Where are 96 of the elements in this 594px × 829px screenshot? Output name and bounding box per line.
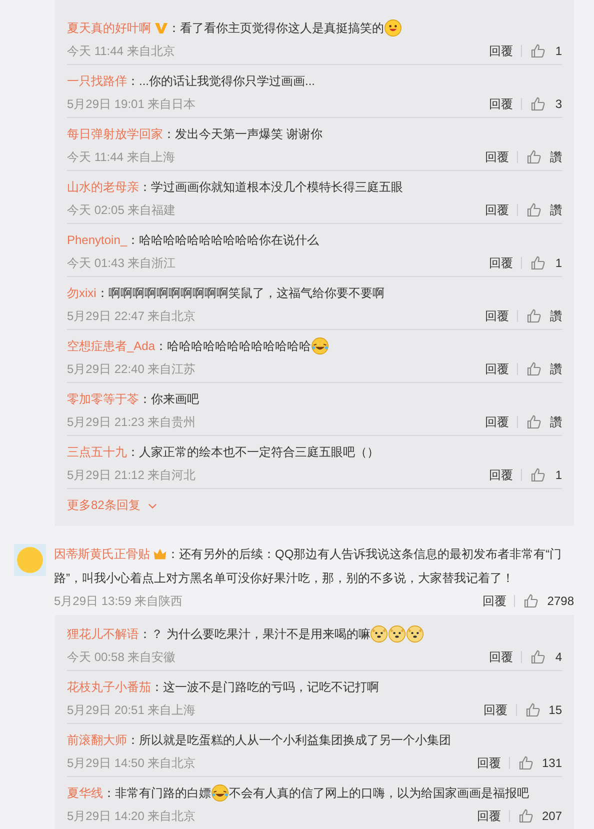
reply-link[interactable]: 回覆 — [489, 42, 513, 60]
reply-time: 5月29日 14:50 来自北京 — [67, 754, 196, 772]
verified-badge-icon — [154, 21, 168, 35]
emoji-icon — [406, 625, 424, 643]
like-count: 讚 — [550, 308, 562, 324]
reply-time: 5月29日 21:23 来自贵州 — [67, 414, 196, 430]
emoji-icon — [311, 337, 330, 355]
like-count: 4 — [554, 650, 562, 664]
like-count: 1 — [554, 256, 562, 270]
like-count: 讚 — [550, 360, 562, 378]
reply-link[interactable]: 回覆 — [489, 648, 513, 666]
user-name-link[interactable]: 每日弹射放学回家 — [67, 126, 163, 142]
reply-time: 今天 11:44 来自上海 — [67, 148, 175, 166]
reply-link[interactable]: 回覆 — [482, 592, 506, 610]
reply-time: 5月29日 20:51 来自上海 — [67, 702, 196, 718]
user-name-link[interactable]: 花枝丸子小番茄 — [67, 678, 151, 696]
like-icon[interactable] — [530, 96, 546, 112]
reply-text: ：你来画吧 — [139, 390, 199, 408]
like-icon[interactable] — [526, 308, 542, 324]
like-count: 15 — [548, 703, 562, 717]
like-count: 207 — [542, 809, 562, 823]
user-name-link[interactable]: 夏华线 — [67, 784, 103, 802]
user-name-link[interactable]: 勿xixi — [67, 284, 96, 302]
emoji-icon — [211, 784, 229, 802]
reply-link[interactable]: 回覆 — [489, 254, 513, 272]
reply-time: 今天 00:58 来自安徽 — [67, 648, 176, 666]
like-icon[interactable] — [530, 255, 546, 271]
reply-text: ：看了看你主页觉得你这人是真挺搞笑的 — [168, 20, 384, 36]
emoji-icon — [370, 625, 388, 643]
reply-link[interactable]: 回覆 — [485, 308, 509, 324]
reply-text: ：学过画画你就知道根本没几个模特长得三庭五眼 — [139, 178, 403, 196]
reply-time: 5月29日 14:20 来自北京 — [67, 808, 196, 824]
reply-text: ：哈哈哈哈哈哈哈哈哈哈哈哈 — [155, 338, 312, 354]
reply-time: 今天 11:44 来自北京 — [67, 42, 175, 60]
like-icon[interactable] — [526, 414, 542, 430]
comment-text: ：还有另外的后续：QQ那边有人告诉我说这条信息的最初发布者非常有“门 — [167, 546, 562, 562]
crown-badge-icon — [153, 547, 167, 561]
like-count: 讚 — [550, 202, 562, 218]
like-icon[interactable] — [526, 361, 542, 377]
reply-text: ：哈哈哈哈哈哈哈哈哈哈你在说什么 — [127, 232, 320, 248]
reply-time: 5月29日 22:47 来自北京 — [67, 308, 196, 324]
reply-text: ：人家正常的绘本也不一定符合三庭五眼吧（） — [127, 444, 379, 460]
reply-time: 今天 01:43 来自浙江 — [67, 254, 176, 272]
like-count: 131 — [542, 756, 562, 770]
user-name-link[interactable]: 夏天真的好叶啊 — [67, 20, 151, 36]
like-icon[interactable] — [518, 808, 534, 824]
reply-link[interactable]: 回覆 — [485, 360, 509, 378]
reply-link[interactable]: 回覆 — [489, 96, 513, 112]
reply-link[interactable]: 回覆 — [489, 466, 513, 484]
reply-text: ：这一波不是门路吃的亏吗，记吃不记打啊 — [151, 678, 379, 696]
reply-link[interactable]: 回覆 — [476, 808, 501, 824]
like-icon[interactable] — [526, 149, 542, 165]
like-count: 讚 — [550, 414, 562, 430]
comment-text: 路”，叫我小心着点上对方黑名单可没你好果汁吃，那，别的不多说，大家替我记着了！ — [54, 571, 514, 585]
like-count: 2798 — [547, 594, 574, 608]
like-icon[interactable] — [530, 649, 546, 665]
emoji-icon — [388, 625, 406, 643]
reply-time: 5月29日 22:40 来自江苏 — [67, 360, 196, 378]
like-icon[interactable] — [530, 43, 546, 59]
user-name-link[interactable]: 狸花儿不解语 — [67, 626, 139, 642]
reply-text: ：啊啊啊啊啊啊啊啊啊啊笑鼠了，这福气给你要不要啊 — [96, 284, 384, 302]
user-name-link[interactable]: Phenytoin_ — [67, 233, 128, 247]
like-count: 1 — [554, 468, 562, 482]
reply-text: ：所以就是吃蛋糕的人从一个小利益集团换成了另一个小集团 — [127, 732, 451, 748]
reply-text: ：...你的话让我觉得你只学过画画... — [127, 72, 316, 90]
reply-link[interactable]: 回覆 — [485, 148, 509, 166]
user-name-link[interactable]: 零加零等于苓 — [67, 390, 139, 408]
user-name-link[interactable]: 因蒂斯黄氏正骨贴 — [54, 546, 150, 562]
more-replies-link[interactable]: 更多82条回复 — [67, 497, 140, 514]
reply-text: 不会有人真的信了网上的口嗨，以为给国家画画是福报吧 — [229, 784, 529, 802]
like-icon[interactable] — [523, 593, 540, 609]
user-name-link[interactable]: 一只找路佯 — [67, 72, 127, 90]
user-name-link[interactable]: 前滚翻大师 — [67, 732, 127, 748]
reply-time: 今天 02:05 来自福建 — [67, 202, 176, 218]
like-count: 1 — [554, 44, 562, 58]
reply-link[interactable]: 回覆 — [485, 414, 509, 430]
reply-link[interactable]: 回覆 — [484, 702, 508, 718]
user-name-link[interactable]: 空想症患者_Ada — [67, 338, 156, 354]
like-icon[interactable] — [518, 755, 534, 771]
reply-text: ：非常有门路的白嫖 — [103, 784, 211, 802]
user-name-link[interactable]: 山水的老母亲 — [67, 178, 139, 196]
reply-link[interactable]: 回覆 — [476, 754, 501, 772]
like-icon[interactable] — [524, 702, 541, 718]
reply-text: ：发出今天第一声爆笑 谢谢你 — [163, 126, 322, 142]
like-count: 讚 — [550, 148, 562, 166]
like-icon[interactable] — [530, 467, 546, 483]
user-name-link[interactable]: 三点五十九 — [67, 444, 127, 460]
chevron-down-icon[interactable] — [148, 502, 158, 508]
like-count: 3 — [554, 97, 562, 111]
reply-link[interactable]: 回覆 — [485, 202, 509, 218]
comment-time: 5月29日 13:59 来自陕西 — [54, 592, 183, 610]
emoji-icon — [384, 19, 402, 37]
reply-text: ：？ 为什么要吃果汁，果汁不是用来喝的嘛 — [139, 626, 370, 642]
reply-time: 5月29日 19:01 来自日本 — [67, 96, 196, 112]
like-icon[interactable] — [526, 202, 542, 218]
reply-time: 5月29日 21:12 来自河北 — [67, 466, 196, 484]
